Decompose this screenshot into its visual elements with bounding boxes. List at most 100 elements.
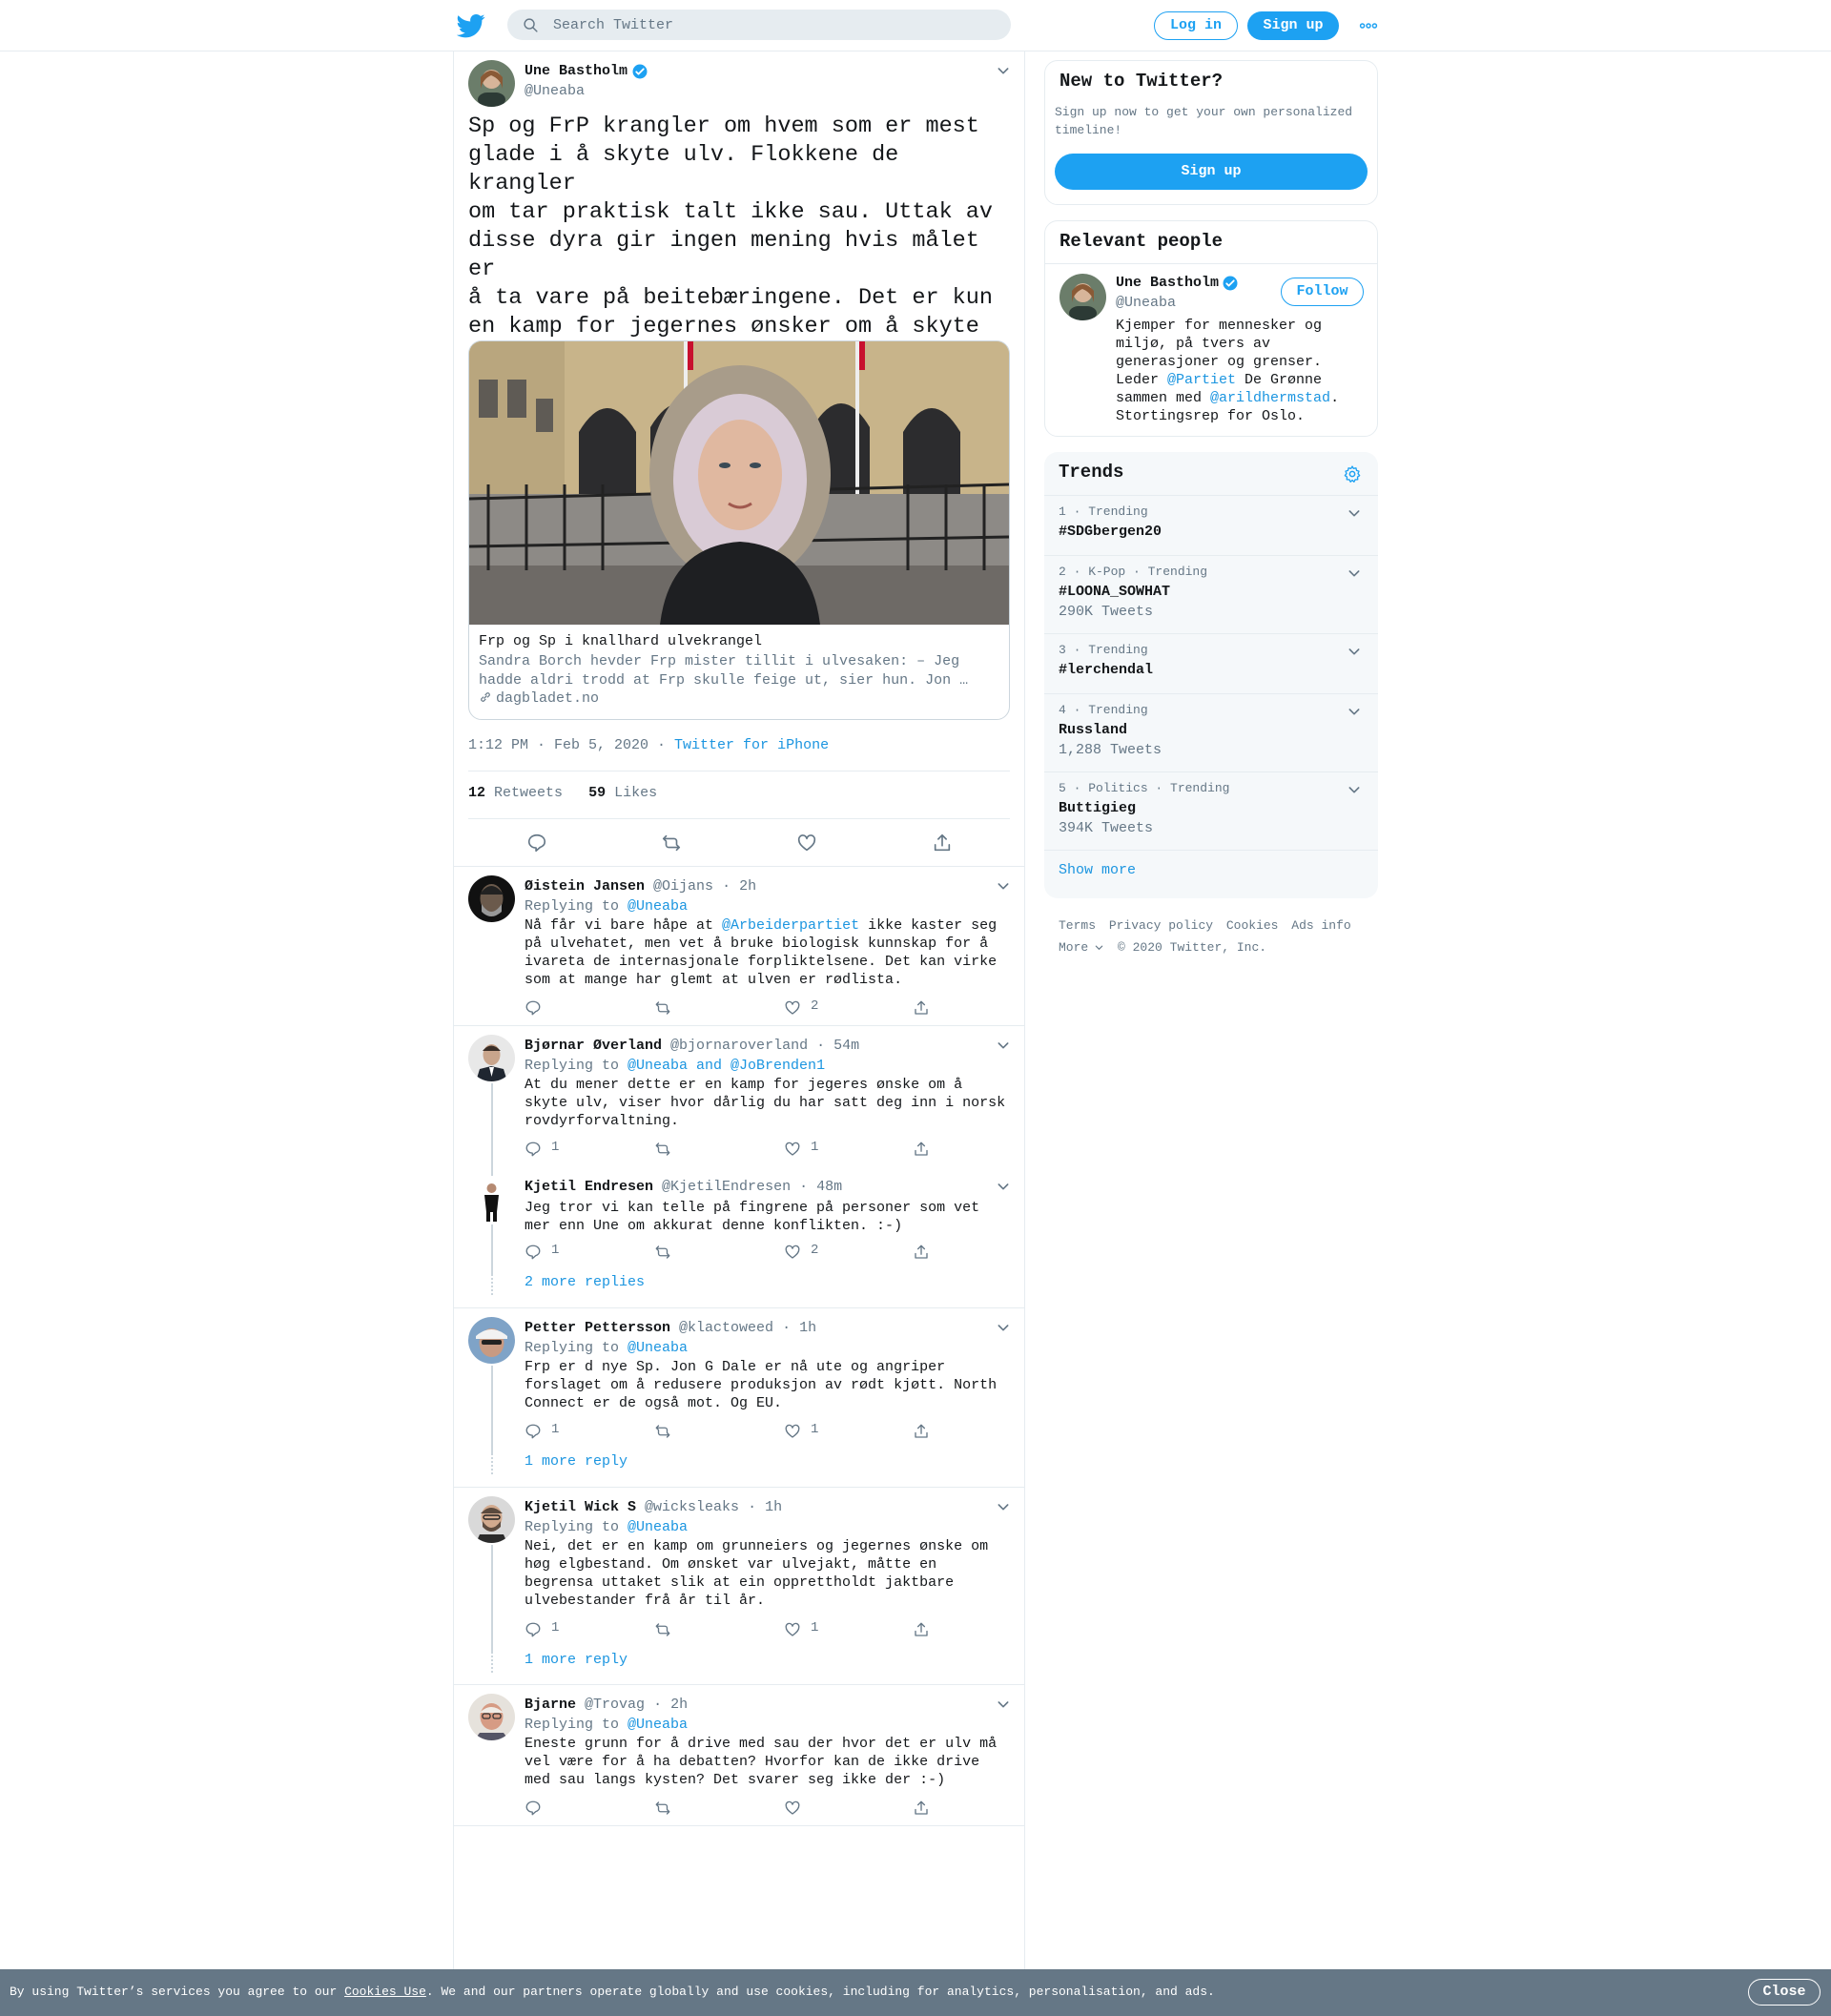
- retweet-icon[interactable]: [654, 1244, 671, 1261]
- reply-icon[interactable]: [525, 1141, 542, 1158]
- bio-mention-link[interactable]: @arildhermstad: [1210, 390, 1330, 406]
- reply-avatar[interactable]: [468, 1176, 515, 1223]
- reply-tweet[interactable]: Kjetil Wick S @wicksleaks · 1h Replying …: [454, 1488, 1024, 1685]
- person-name[interactable]: Une Bastholm: [1116, 275, 1219, 291]
- retweet-icon[interactable]: [654, 1423, 671, 1440]
- share-icon[interactable]: [913, 1244, 930, 1261]
- replying-to-link[interactable]: @Uneaba: [627, 1519, 688, 1535]
- twitter-bird-logo-icon[interactable]: [457, 11, 485, 40]
- bio-mention-link[interactable]: @Partiet: [1167, 372, 1236, 388]
- retweet-icon[interactable]: [654, 1800, 671, 1817]
- like-heart-icon[interactable]: [784, 1423, 801, 1440]
- share-icon[interactable]: [913, 999, 930, 1017]
- trend-name[interactable]: #lerchendal: [1059, 662, 1153, 678]
- chevron-down-icon[interactable]: [996, 1320, 1011, 1335]
- cookies-link[interactable]: Cookies: [1226, 918, 1279, 933]
- retweet-icon[interactable]: [654, 1141, 671, 1158]
- reply-author-handle[interactable]: @Trovag: [585, 1697, 645, 1713]
- retweet-icon[interactable]: [654, 1621, 671, 1638]
- reply-icon[interactable]: [525, 1621, 542, 1638]
- reply-avatar[interactable]: [468, 1317, 515, 1364]
- chevron-down-icon[interactable]: [996, 1179, 1011, 1194]
- author-name[interactable]: Une Bastholm: [525, 63, 627, 79]
- reply-author-handle[interactable]: @klactoweed: [679, 1320, 773, 1336]
- show-more-replies-link[interactable]: 1 more reply: [525, 1652, 627, 1668]
- tweet-source-link[interactable]: Twitter for iPhone: [674, 737, 829, 753]
- reply-age[interactable]: · 1h: [748, 1499, 782, 1515]
- chevron-down-icon[interactable]: [1347, 644, 1362, 659]
- reply-author-name[interactable]: Øistein Jansen: [525, 878, 645, 895]
- like-heart-icon[interactable]: [784, 999, 801, 1017]
- reply-author-handle[interactable]: @KjetilEndresen: [662, 1179, 791, 1195]
- share-icon[interactable]: [913, 1423, 930, 1440]
- show-more-replies-link[interactable]: 2 more replies: [525, 1274, 645, 1290]
- replying-to-link[interactable]: @Uneaba: [627, 898, 688, 915]
- trend-item[interactable]: 5 · Politics · Trending Buttigieg 394K T…: [1044, 771, 1378, 850]
- share-icon[interactable]: [913, 1621, 930, 1638]
- reply-author-name[interactable]: Bjørnar Øverland: [525, 1038, 662, 1054]
- trend-name[interactable]: Russland: [1059, 722, 1127, 738]
- reply-author-name[interactable]: Bjarne: [525, 1697, 576, 1713]
- replying-to-link[interactable]: @Uneaba and @JoBrenden1: [627, 1058, 825, 1074]
- reply-icon[interactable]: [525, 1244, 542, 1261]
- terms-link[interactable]: Terms: [1059, 918, 1096, 933]
- ads-info-link[interactable]: Ads info: [1291, 918, 1350, 933]
- trend-name[interactable]: #LOONA_SOWHAT: [1059, 584, 1170, 600]
- chevron-down-icon[interactable]: [1347, 782, 1362, 797]
- replying-to-link[interactable]: @Uneaba: [627, 1717, 688, 1733]
- cookies-use-link[interactable]: Cookies Use: [344, 1985, 426, 1999]
- like-heart-icon[interactable]: [784, 1621, 801, 1638]
- reply-age[interactable]: · 54m: [816, 1038, 859, 1054]
- card-title[interactable]: Frp og Sp i knallhard ulvekrangel: [479, 633, 762, 649]
- reply-tweet[interactable]: Kjetil Endresen @KjetilEndresen · 48m Je…: [454, 1167, 1024, 1301]
- reply-age[interactable]: · 2h: [653, 1697, 688, 1713]
- reply-tweet[interactable]: Bjarne @Trovag · 2h Replying to @Uneaba …: [454, 1685, 1024, 1826]
- reply-author-name[interactable]: Kjetil Endresen: [525, 1179, 653, 1195]
- reply-author-handle[interactable]: @wicksleaks: [645, 1499, 739, 1515]
- share-icon[interactable]: [913, 1141, 930, 1158]
- reply-icon[interactable]: [525, 999, 542, 1017]
- chevron-down-icon[interactable]: [996, 63, 1011, 78]
- show-more-trends-link[interactable]: Show more: [1059, 862, 1136, 878]
- tweet-timestamp[interactable]: 1:12 PM · Feb 5, 2020: [468, 737, 648, 753]
- reply-icon[interactable]: [526, 833, 547, 854]
- retweet-icon[interactable]: [661, 833, 682, 854]
- reply-author-name[interactable]: Kjetil Wick S: [525, 1499, 636, 1515]
- reply-age[interactable]: · 1h: [782, 1320, 816, 1336]
- reply-tweet[interactable]: Petter Pettersson @klactoweed · 1h Reply…: [454, 1308, 1024, 1488]
- privacy-policy-link[interactable]: Privacy policy: [1109, 918, 1213, 933]
- show-more-replies-link[interactable]: 1 more reply: [525, 1453, 627, 1470]
- like-heart-icon[interactable]: [784, 1800, 801, 1817]
- reply-avatar[interactable]: [468, 1496, 515, 1543]
- like-heart-icon[interactable]: [784, 1244, 801, 1261]
- retweets-stat[interactable]: 12 Retweets: [468, 785, 563, 801]
- chevron-down-icon[interactable]: [996, 878, 1011, 894]
- chevron-down-icon[interactable]: [1347, 566, 1362, 581]
- trend-item[interactable]: 2 · K-Pop · Trending #LOONA_SOWHAT 290K …: [1044, 555, 1378, 633]
- retweet-icon[interactable]: [654, 999, 671, 1017]
- chevron-down-icon[interactable]: [1347, 505, 1362, 521]
- reply-avatar[interactable]: [468, 1694, 515, 1740]
- reply-age[interactable]: · 48m: [799, 1179, 842, 1195]
- reply-tweet[interactable]: Bjørnar Øverland @bjornaroverland · 54m …: [454, 1026, 1024, 1167]
- mention-link[interactable]: @Arbeiderpartiet: [722, 917, 859, 934]
- settings-gear-icon[interactable]: [1343, 464, 1362, 483]
- search-input[interactable]: [553, 13, 992, 36]
- chevron-down-icon[interactable]: [996, 1697, 1011, 1712]
- more-options-icon[interactable]: [1358, 15, 1379, 36]
- trend-item[interactable]: 1 · Trending #SDGbergen20: [1044, 495, 1378, 555]
- reply-icon[interactable]: [525, 1423, 542, 1440]
- person-handle[interactable]: @Uneaba: [1116, 295, 1176, 311]
- author-handle[interactable]: @Uneaba: [525, 83, 585, 99]
- reply-author-handle[interactable]: @Oijans: [653, 878, 713, 895]
- reply-age[interactable]: · 2h: [722, 878, 756, 895]
- reply-author-name[interactable]: Petter Pettersson: [525, 1320, 670, 1336]
- close-cookie-bar-button[interactable]: Close: [1748, 1979, 1821, 2006]
- like-heart-icon[interactable]: [796, 833, 817, 854]
- chevron-down-icon[interactable]: [1347, 704, 1362, 719]
- link-card[interactable]: Frp og Sp i knallhard ulvekrangel Sandra…: [468, 340, 1010, 720]
- reply-author-handle[interactable]: @bjornaroverland: [670, 1038, 808, 1054]
- trend-item[interactable]: 3 · Trending #lerchendal: [1044, 633, 1378, 693]
- reply-avatar[interactable]: [468, 1035, 515, 1081]
- chevron-down-icon[interactable]: [996, 1499, 1011, 1514]
